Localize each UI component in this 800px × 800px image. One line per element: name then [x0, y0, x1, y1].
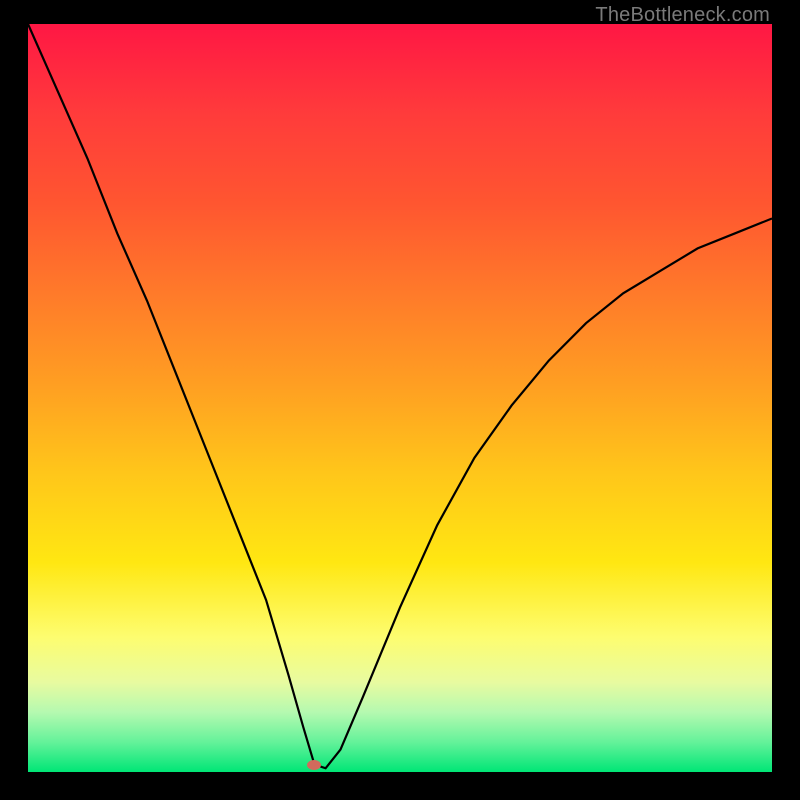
attribution-text: TheBottleneck.com: [595, 4, 770, 27]
bottleneck-curve: [28, 24, 772, 772]
plot-area: [28, 24, 772, 772]
chart-frame: TheBottleneck.com: [0, 0, 800, 800]
optimal-marker: [307, 760, 321, 770]
